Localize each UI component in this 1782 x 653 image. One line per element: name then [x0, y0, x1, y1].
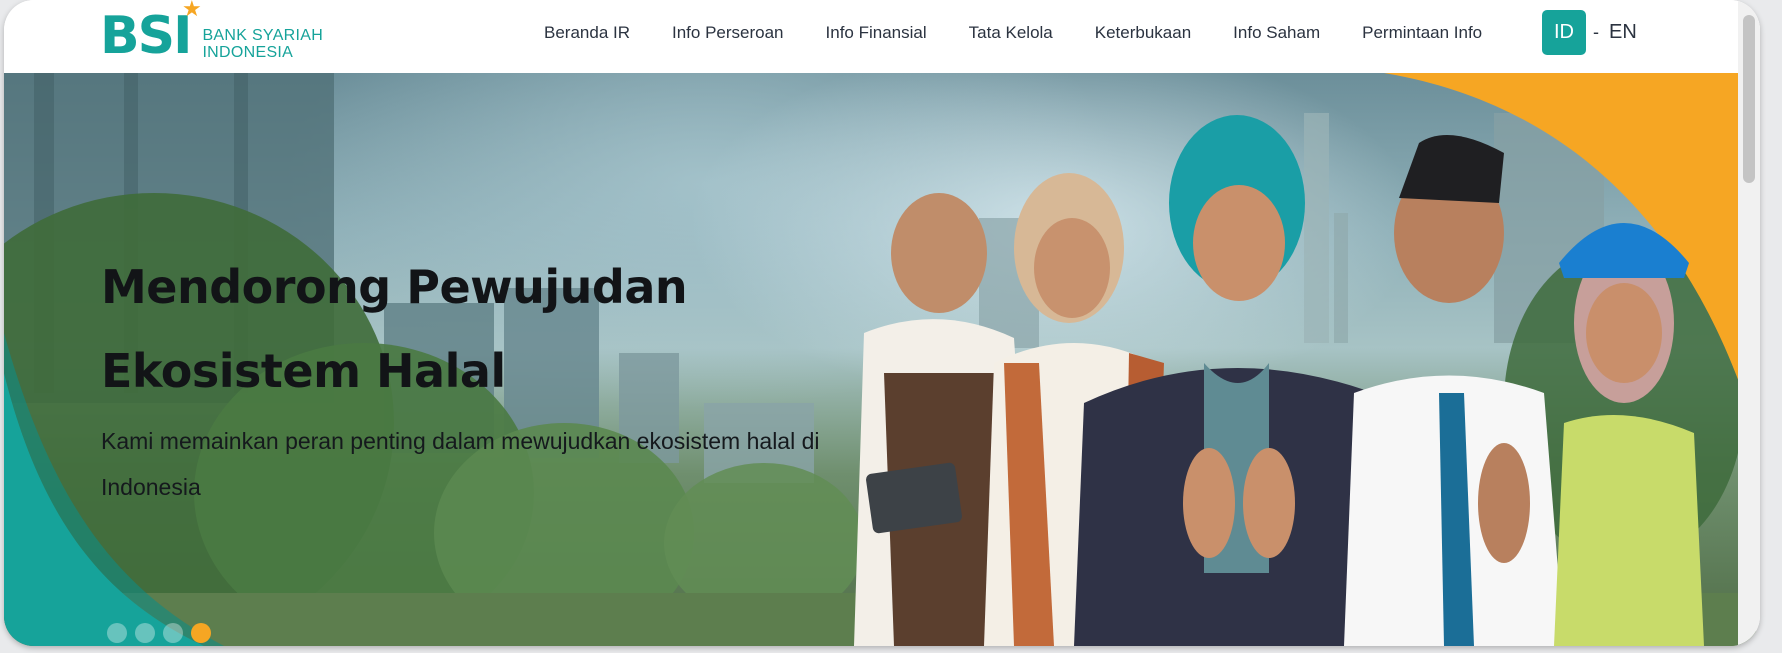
logo-mark: BSI	[100, 6, 192, 66]
language-switcher: ID - EN	[1542, 10, 1637, 55]
site-header: BSI ★ BANK SYARIAH INDONESIA Beranda IR …	[4, 0, 1760, 73]
carousel-dots	[107, 623, 219, 643]
nav-info-finansial[interactable]: Info Finansial	[826, 23, 927, 43]
nav-permintaan-info[interactable]: Permintaan Info	[1362, 23, 1482, 43]
scrollbar-thumb[interactable]	[1743, 15, 1755, 183]
bsi-logo[interactable]: BSI ★ BANK SYARIAH INDONESIA	[100, 0, 323, 66]
main-nav: Beranda IR Info Perseroan Info Finansial…	[544, 0, 1482, 66]
page-scrollbar[interactable]	[1738, 0, 1760, 646]
carousel-dot[interactable]	[163, 623, 183, 643]
lang-en-button[interactable]: EN	[1609, 21, 1637, 44]
nav-keterbukaan[interactable]: Keterbukaan	[1095, 23, 1191, 43]
nav-beranda-ir[interactable]: Beranda IR	[544, 23, 630, 43]
logo-line-1: BANK SYARIAH	[202, 27, 324, 44]
nav-info-saham[interactable]: Info Saham	[1233, 23, 1320, 43]
carousel-dot[interactable]	[107, 623, 127, 643]
nav-info-perseroan[interactable]: Info Perseroan	[672, 23, 784, 43]
lang-id-button[interactable]: ID	[1542, 10, 1586, 55]
carousel-dot[interactable]	[191, 623, 211, 643]
browser-page: BSI ★ BANK SYARIAH INDONESIA Beranda IR …	[4, 0, 1760, 646]
nav-tata-kelola[interactable]: Tata Kelola	[969, 23, 1053, 43]
hero-banner: Mendorong Pewujudan Ekosistem Halal Kami…	[4, 73, 1756, 646]
carousel-dot[interactable]	[135, 623, 155, 643]
logo-line-2: INDONESIA	[202, 44, 294, 61]
hero-title: Mendorong Pewujudan Ekosistem Halal	[101, 260, 688, 398]
lang-separator: -	[1593, 22, 1599, 42]
hero-subtitle: Kami memainkan peran penting dalam mewuj…	[101, 428, 820, 500]
star-icon: ★	[182, 0, 202, 21]
logo-wordmark: BANK SYARIAH INDONESIA	[202, 27, 323, 61]
